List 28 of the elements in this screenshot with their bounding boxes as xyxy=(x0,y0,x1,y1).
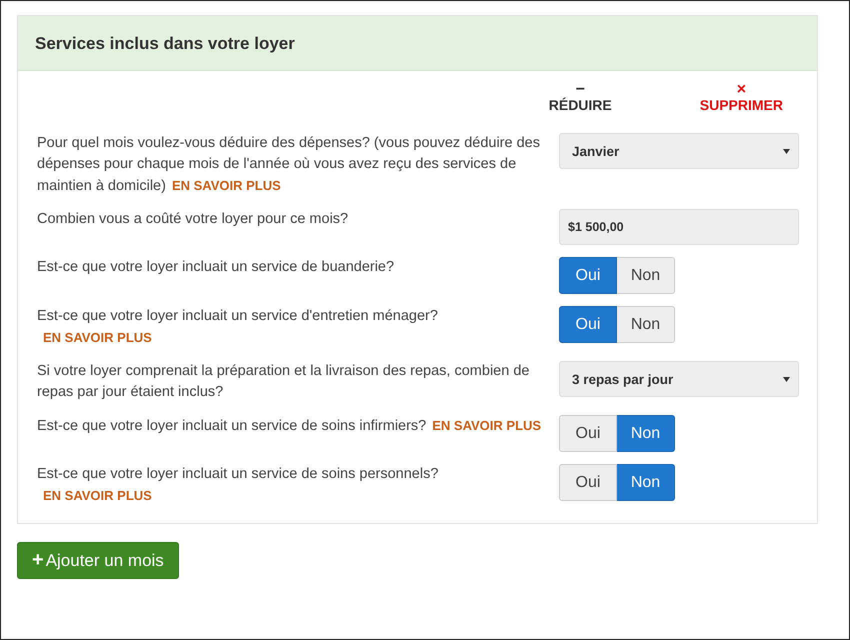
add-month-button[interactable]: +Ajouter un mois xyxy=(17,542,179,579)
question-text: Est-ce que votre loyer incluait un service de buanderie? xyxy=(37,258,396,277)
collapse-button[interactable]: − RÉDUIRE xyxy=(548,79,612,117)
question-text: Pour quel mois voulez-vous déduire des dépenses? (vous pouvez déduire des dépenses pour chaque mois de l'année où vous avez reçu des services de maintien à domicile) EN SAVOIR PLUS xyxy=(37,134,541,196)
dropdown[interactable]: 3 repas par jour xyxy=(559,361,799,397)
learn-more-link[interactable]: EN SAVOIR PLUS xyxy=(172,178,281,193)
toggle-option[interactable]: Non xyxy=(617,464,675,501)
delete-button[interactable]: × SUPPRIMER xyxy=(700,79,783,117)
toggle-option[interactable]: Oui xyxy=(559,464,617,501)
learn-more-link[interactable]: EN SAVOIR PLUS xyxy=(432,418,542,433)
dropdown[interactable]: Janvier xyxy=(559,133,799,169)
toggle-option[interactable]: Oui xyxy=(559,257,617,294)
question-text: Est-ce que votre loyer incluait un service de soins personnels? EN SAVOIR PLUS xyxy=(37,465,440,505)
panel-title: Services inclus dans votre loyer xyxy=(35,34,295,53)
toggle-option[interactable]: Oui xyxy=(559,415,617,452)
toggle-option[interactable]: Non xyxy=(617,306,675,343)
toggle-option[interactable]: Non xyxy=(617,415,675,452)
caret-icon xyxy=(783,376,790,382)
amount-field[interactable]: $1 500,00 xyxy=(559,209,799,245)
question-text: Si votre loyer comprenait la préparation et la livraison des repas, combien de repas par jour étaient inclus? xyxy=(37,362,530,402)
question-text: Est-ce que votre loyer incluait un service d'entretien ménager? EN SAVOIR PLUS xyxy=(37,307,439,347)
question-text: Est-ce que votre loyer incluait un service de soins infirmiers? EN SAVOIR PLUS xyxy=(37,417,542,436)
learn-more-link[interactable]: EN SAVOIR PLUS xyxy=(43,330,152,345)
question-text: Combien vous a coûté votre loyer pour ce mois? xyxy=(37,210,350,229)
toggle-option[interactable]: Oui xyxy=(559,306,617,343)
learn-more-link[interactable]: EN SAVOIR PLUS xyxy=(43,488,152,503)
toggle-option[interactable]: Non xyxy=(617,257,675,294)
caret-icon xyxy=(783,148,790,154)
